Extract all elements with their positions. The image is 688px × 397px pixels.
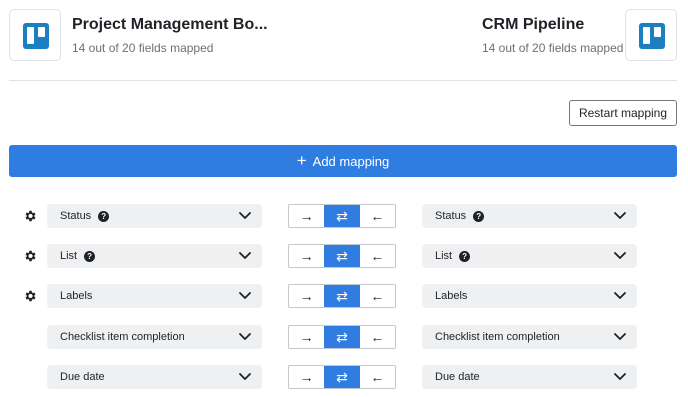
chevron-down-icon [238, 291, 252, 301]
source-app-subtitle: 14 out of 20 fields mapped [72, 41, 214, 55]
trello-icon [23, 23, 49, 49]
target-field-select[interactable]: Checklist item completion [422, 325, 637, 349]
target-field-select[interactable]: Labels [422, 284, 637, 308]
target-field-label: Due date [435, 371, 480, 383]
direction-both-button[interactable]: ⇄ [324, 205, 360, 227]
source-app-logo [9, 9, 61, 61]
chevron-down-icon [613, 251, 627, 261]
target-field-select[interactable]: List? [422, 244, 637, 268]
source-field-label: Labels [60, 290, 93, 302]
mapping-row: Status? → ⇄ ← Status? [0, 204, 688, 228]
target-field-label: List [435, 250, 453, 262]
add-mapping-button[interactable]: + Add mapping [9, 145, 677, 177]
target-field-select[interactable]: Due date [422, 365, 637, 389]
restart-mapping-button[interactable]: Restart mapping [569, 100, 677, 126]
direction-right-button[interactable]: → [289, 205, 324, 227]
mapping-row: Checklist item completion → ⇄ ← Checklist it… [0, 325, 688, 349]
target-app-subtitle: 14 out of 20 fields mapped [482, 41, 624, 55]
direction-right-button[interactable]: → [289, 326, 324, 348]
mapping-row: List? → ⇄ ← List? [0, 244, 688, 268]
target-app-title: CRM Pipeline [482, 16, 585, 33]
direction-both-button[interactable]: ⇄ [324, 245, 360, 267]
source-field-select[interactable]: Checklist item completion [47, 325, 262, 349]
direction-both-button[interactable]: ⇄ [324, 285, 360, 307]
direction-left-button[interactable]: ← [360, 245, 395, 267]
chevron-down-icon [613, 332, 627, 342]
gear-icon[interactable] [23, 209, 37, 223]
direction-left-button[interactable]: ← [360, 326, 395, 348]
gear-icon[interactable] [23, 249, 37, 263]
direction-both-button[interactable]: ⇄ [324, 366, 360, 388]
target-app-logo [625, 9, 677, 61]
source-field-select[interactable]: List? [47, 244, 262, 268]
plus-icon: + [296, 150, 307, 170]
help-icon[interactable]: ? [473, 210, 485, 222]
source-field-label: List [60, 250, 78, 262]
chevron-down-icon [238, 332, 252, 342]
source-field-label: Status [60, 210, 92, 222]
target-field-select[interactable]: Status? [422, 204, 637, 228]
direction-left-button[interactable]: ← [360, 205, 395, 227]
sync-direction-toggle: → ⇄ ← [288, 325, 396, 349]
chevron-down-icon [613, 372, 627, 382]
source-app-title: Project Management Bo... [72, 16, 268, 33]
direction-both-button[interactable]: ⇄ [324, 326, 360, 348]
trello-icon [639, 23, 665, 49]
mapping-row: Labels → ⇄ ← Labels [0, 284, 688, 308]
add-mapping-label: Add mapping [312, 153, 390, 169]
direction-left-button[interactable]: ← [360, 366, 395, 388]
header-divider [9, 80, 677, 81]
mapping-row: Due date → ⇄ ← Due date [0, 365, 688, 389]
target-field-label: Labels [435, 290, 468, 302]
sync-direction-toggle: → ⇄ ← [288, 284, 396, 308]
header: Project Management Bo... 14 out of 20 fi… [0, 0, 688, 80]
sync-direction-toggle: → ⇄ ← [288, 365, 396, 389]
chevron-down-icon [238, 372, 252, 382]
help-icon[interactable]: ? [459, 250, 471, 262]
source-field-select[interactable]: Status? [47, 204, 262, 228]
direction-right-button[interactable]: → [289, 245, 324, 267]
target-field-label: Status [435, 210, 467, 222]
direction-left-button[interactable]: ← [360, 285, 395, 307]
source-field-label: Checklist item completion [60, 331, 185, 343]
chevron-down-icon [238, 211, 252, 221]
chevron-down-icon [613, 211, 627, 221]
direction-right-button[interactable]: → [289, 285, 324, 307]
gear-icon[interactable] [23, 289, 37, 303]
help-icon[interactable]: ? [98, 210, 110, 222]
chevron-down-icon [613, 291, 627, 301]
sync-direction-toggle: → ⇄ ← [288, 204, 396, 228]
source-field-select[interactable]: Labels [47, 284, 262, 308]
sync-direction-toggle: → ⇄ ← [288, 244, 396, 268]
source-field-select[interactable]: Due date [47, 365, 262, 389]
help-icon[interactable]: ? [84, 250, 96, 262]
chevron-down-icon [238, 251, 252, 261]
direction-right-button[interactable]: → [289, 366, 324, 388]
source-field-label: Due date [60, 371, 105, 383]
target-field-label: Checklist item completion [435, 331, 560, 343]
